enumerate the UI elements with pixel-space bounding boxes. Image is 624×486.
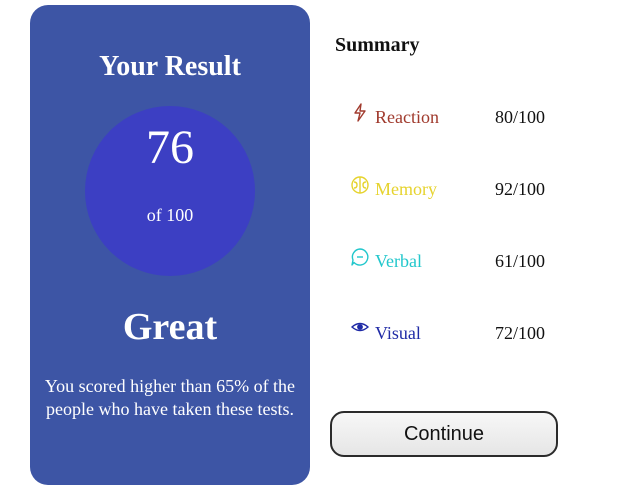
summary-label-verbal: Verbal — [375, 251, 422, 271]
summary-score-reaction: 80/100 — [495, 107, 546, 127]
continue-button[interactable]: Continue — [330, 411, 558, 457]
eye-icon — [350, 319, 370, 339]
score-total: of 100 — [146, 205, 194, 225]
summary-label-reaction: Reaction — [375, 107, 439, 127]
rating-label: Great — [122, 306, 218, 348]
summary-score-visual: 72/100 — [495, 323, 546, 343]
summary-row-verbal: Verbal 61/100 — [350, 247, 570, 277]
result-title: Your Result — [99, 51, 241, 82]
summary-score-verbal: 61/100 — [495, 251, 546, 271]
score-value: 76 — [146, 121, 194, 174]
lightning-icon — [350, 103, 370, 123]
summary-row-reaction: Reaction 80/100 — [350, 103, 570, 133]
result-card: Your Result 76 of 100 Great You scored h… — [30, 5, 310, 485]
result-description: You scored higher than 65% of the people… — [44, 376, 296, 419]
score-circle: 76 of 100 — [85, 106, 255, 276]
summary-row-memory: Memory 92/100 — [350, 175, 570, 205]
summary-label-memory: Memory — [375, 179, 437, 199]
summary-row-visual: Visual 72/100 — [350, 321, 570, 349]
brain-icon — [350, 175, 370, 195]
summary-label-visual: Visual — [375, 323, 421, 343]
chat-bubble-icon — [350, 247, 370, 267]
summary-title: Summary — [335, 34, 420, 56]
summary-score-memory: 92/100 — [495, 179, 546, 199]
